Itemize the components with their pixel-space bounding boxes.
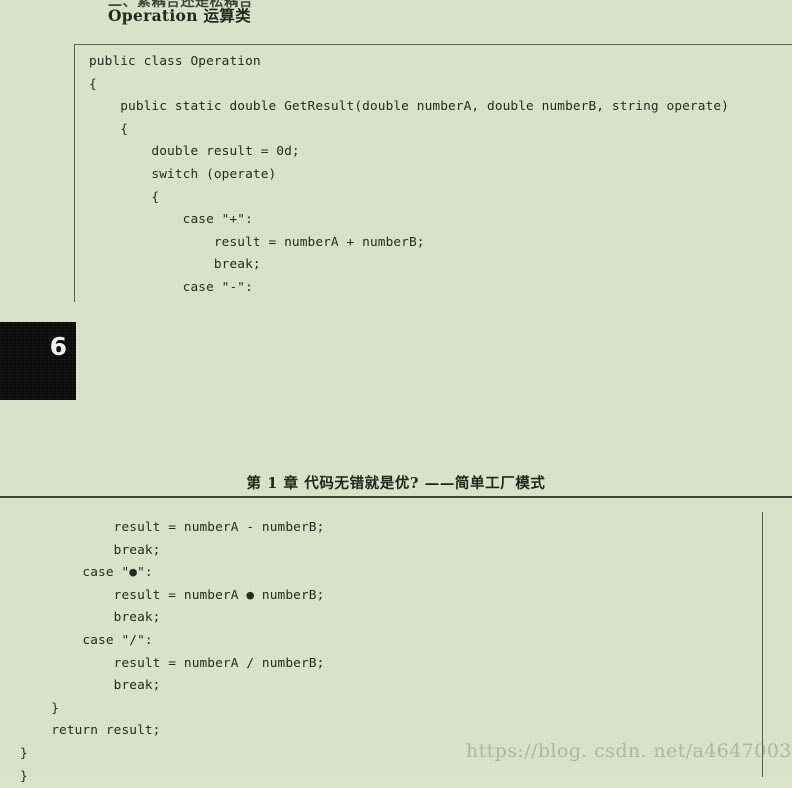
watermark-url: https://blog. csdn. net/a464700300 [466,740,792,762]
running-head-title: 第 1 章 代码无错就是优? ——简单工厂模式 [246,475,546,492]
code-block-operation-class-continued: result = numberA - numberB; break; case … [0,512,763,784]
scanned-book-page: 二、紧耦合还是松耦合 Operation 运算类 public class Op… [0,0,792,784]
running-head-rule [0,496,792,499]
code-text-bottom: result = numberA - numberB; break; case … [20,520,325,784]
page-tab-marker: 6 [0,322,76,400]
code-text-top: public class Operation { public static d… [89,54,729,295]
running-head: 第 1 章 代码无错就是优? ——简单工厂模式 [0,472,792,499]
page-number: 6 [49,332,67,361]
section-title: Operation 运算类 [108,6,251,25]
code-block-operation-class: public class Operation { public static d… [74,44,792,302]
